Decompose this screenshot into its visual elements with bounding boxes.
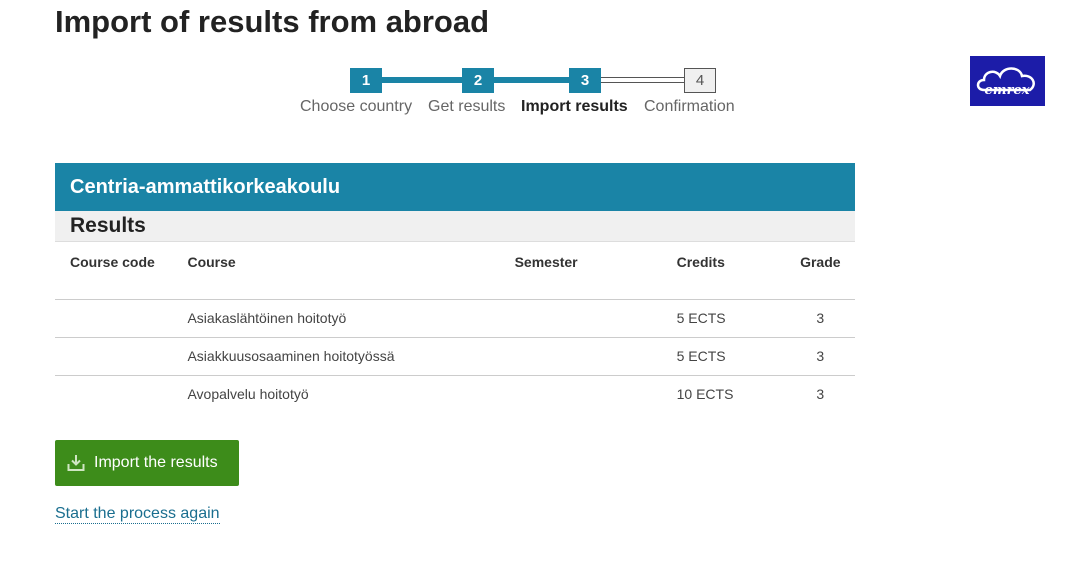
cell-credits: 10 ECTS <box>676 386 734 402</box>
table-row: Avopalvelu hoitotyö 10 ECTS 3 <box>55 375 855 413</box>
cell-semester <box>514 337 677 376</box>
column-header-semester: Semester <box>514 242 677 300</box>
table-header-row: Course code Course Semester Credits Grad… <box>55 242 855 300</box>
step-connector-3-4 <box>601 77 685 83</box>
step-1-label: Choose country <box>300 98 413 115</box>
cell-course: Asiakaslähtöinen hoitotyö <box>187 299 515 338</box>
column-header-course: Course <box>187 242 515 300</box>
import-results-button[interactable]: Import the results <box>55 440 239 486</box>
cell-course: Asiakkuusosaaminen hoitotyössä <box>187 337 515 376</box>
cell-code <box>55 337 188 376</box>
table-row: Asiakkuusosaaminen hoitotyössä 5 ECTS 3 <box>55 337 855 376</box>
results-panel: Centria-ammattikorkeakoulu Results Cours… <box>55 163 855 413</box>
cell-code <box>55 299 188 338</box>
cell-semester <box>515 375 677 413</box>
cell-grade: 3 <box>816 386 825 402</box>
cell-semester <box>514 299 677 338</box>
step-connector-1-2 <box>381 77 462 83</box>
cell-grade: 3 <box>785 299 855 338</box>
step-1-number: 1 <box>350 68 382 93</box>
step-3-label: Import results <box>521 98 628 115</box>
cell-credits: 5 ECTS <box>676 337 786 376</box>
cell-code <box>55 375 187 413</box>
step-connector-2-3 <box>493 77 570 83</box>
emrex-logo: emrex <box>970 56 1045 106</box>
institution-name: Centria-ammattikorkeakoulu <box>55 163 855 211</box>
step-2-label: Get results <box>428 98 506 115</box>
cell-course: Avopalvelu hoitotyö <box>187 386 309 402</box>
step-2-number: 2 <box>462 68 494 93</box>
start-again-link[interactable]: Start the process again <box>55 505 220 524</box>
download-icon <box>66 453 86 473</box>
step-4-label: Confirmation <box>644 98 735 115</box>
results-heading: Results <box>55 211 855 242</box>
table-row: Asiakaslähtöinen hoitotyö 5 ECTS 3 <box>55 299 855 338</box>
column-header-credits: Credits <box>676 242 786 300</box>
step-4-number: 4 <box>684 68 716 93</box>
logo-wordmark: emrex <box>985 83 1030 98</box>
cell-credits: 5 ECTS <box>676 299 786 338</box>
progress-stepper: 1 2 3 4 Choose country Get results Impor… <box>0 0 1076 130</box>
results-table: Course code Course Semester Credits Grad… <box>55 242 855 413</box>
cell-grade: 3 <box>785 337 855 376</box>
import-results-label: Import the results <box>94 454 218 471</box>
step-3-number: 3 <box>569 68 601 93</box>
column-header-grade: Grade <box>785 242 855 300</box>
column-header-code: Course code <box>55 242 188 300</box>
